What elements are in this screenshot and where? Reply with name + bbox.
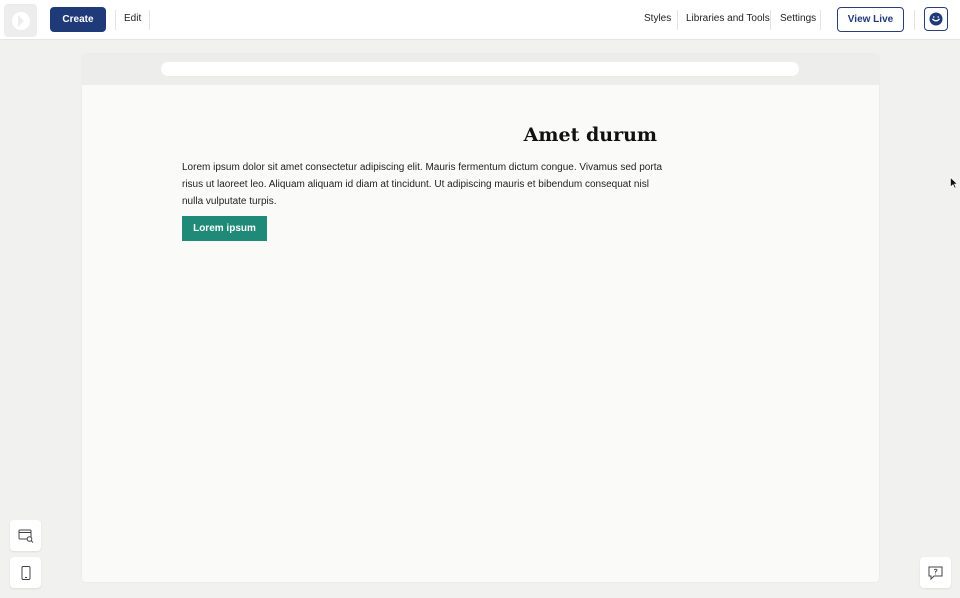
mobile-view-button[interactable] xyxy=(10,557,41,588)
divider xyxy=(149,10,150,30)
logo-icon[interactable] xyxy=(4,4,37,37)
browser-search-icon xyxy=(18,529,33,543)
create-button[interactable]: Create xyxy=(50,7,106,32)
smiley-icon xyxy=(929,12,943,26)
divider xyxy=(820,10,821,30)
top-toolbar: Create Edit Styles Libraries and Tools S… xyxy=(0,0,960,40)
browser-bar xyxy=(82,54,879,85)
divider xyxy=(677,10,678,30)
divider xyxy=(770,10,771,30)
divider xyxy=(914,10,915,30)
url-field[interactable] xyxy=(161,62,799,76)
account-button[interactable] xyxy=(924,7,948,31)
section-heading[interactable]: Amet durum xyxy=(182,124,657,146)
mouse-cursor-icon xyxy=(950,177,958,189)
preview-button[interactable] xyxy=(10,520,41,551)
mobile-icon xyxy=(21,565,30,580)
section-paragraph[interactable]: Lorem ipsum dolor sit amet consectetur a… xyxy=(182,159,667,210)
edit-menu[interactable]: Edit xyxy=(124,13,141,24)
divider xyxy=(115,10,116,30)
styles-menu[interactable]: Styles xyxy=(644,13,671,24)
page-canvas: Amet durum Lorem ipsum dolor sit amet co… xyxy=(82,54,879,582)
help-button[interactable] xyxy=(920,557,951,588)
settings-menu[interactable]: Settings xyxy=(780,13,816,24)
view-live-button[interactable]: View Live xyxy=(837,7,904,32)
help-chat-icon xyxy=(928,566,943,580)
cta-button[interactable]: Lorem ipsum xyxy=(182,216,267,241)
libraries-tools-menu[interactable]: Libraries and Tools xyxy=(686,13,770,24)
